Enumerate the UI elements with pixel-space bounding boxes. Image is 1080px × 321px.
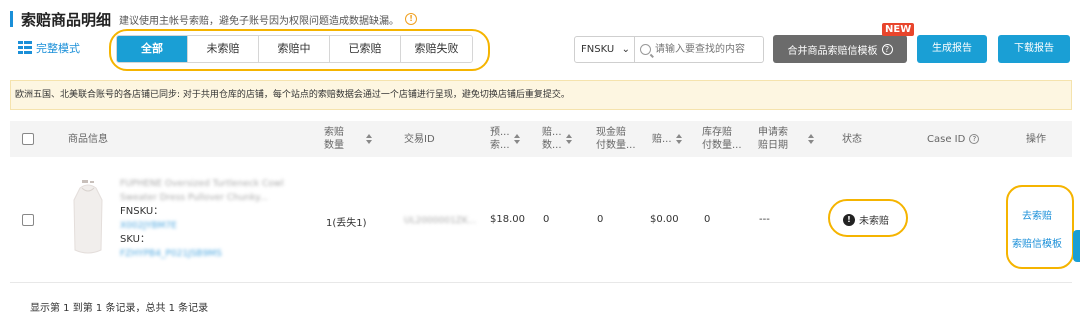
claim-count: 0 [543,214,550,225]
page-title: 索赔商品明细 [21,10,112,29]
title-accent-bar [10,11,13,27]
cash-qty: 0 [597,214,604,225]
search-field-value: FNSKU [581,44,615,55]
header-est[interactable]: 预... 索... [490,121,520,157]
claim-qty: 1(丢失1) [326,218,367,229]
fnsku-value[interactable]: X002JYBM7E [120,219,310,233]
row-checkbox[interactable] [22,214,34,226]
header-case-id: Case ID ? [927,121,980,157]
sort-icon [675,134,682,144]
header-cash-qty: 现金赔 付数量... [596,127,636,151]
transaction-id: UL2000001ZK... [404,216,477,226]
download-report-button[interactable]: 下载报告 [998,35,1070,63]
select-all-cell [22,121,34,157]
header-status: 状态 [842,133,862,145]
header-actions: 操作 [1026,133,1046,145]
sort-icon [366,134,372,144]
table-row: FUPHENE Oversized Turtleneck Cowl Sweate… [10,157,1074,283]
product-title[interactable]: FUPHENE Oversized Turtleneck Cowl [120,177,310,191]
pagination-summary: 显示第 1 到第 1 条记录，总共 1 条记录 [30,303,209,314]
sort-icon [808,134,814,144]
tab-all[interactable]: 全部 [117,36,188,62]
exclamation-icon: ! [843,213,855,226]
search-field-select[interactable]: FNSKU ⌄ [575,37,635,62]
header-claim-count[interactable]: 赔... 数... [542,121,572,157]
full-mode-label: 完整模式 [36,42,80,55]
search-input[interactable] [651,38,763,61]
sku-value[interactable]: FZHYPB4_P021JSB9MS [120,247,310,261]
generate-report-button[interactable]: 生成报告 [917,35,987,63]
apply-date: --- [759,214,770,225]
merge-template-label: 合并商品索赔信模板 [787,45,878,57]
header-product: 商品信息 [68,133,108,145]
full-mode-toggle[interactable]: 完整模式 [18,40,80,56]
tab-failed[interactable]: 索赔失败 [401,36,472,62]
go-claim-link[interactable]: 去索赔 [1022,207,1052,222]
est-amount: $18.00 [490,214,525,225]
tab-unclaimed[interactable]: 未索赔 [188,36,259,62]
header-amount[interactable]: 赔... [652,121,682,157]
tab-claiming[interactable]: 索赔中 [259,36,330,62]
status-badge: ! 未索赔 [843,212,889,227]
product-info: FUPHENE Oversized Turtleneck Cowl Sweate… [120,177,310,261]
help-icon[interactable]: ? [969,134,980,144]
select-all-checkbox[interactable] [22,133,34,145]
header-txn-id: 交易ID [404,133,435,145]
header-inv-qty: 库存赔 付数量... [702,127,742,151]
header-apply-date[interactable]: 申请索 赔日期 [758,121,814,157]
page-header: 索赔商品明细 建议使用主帐号索赔，避免子账号因为权限问题造成数据缺漏。 ! [10,9,418,29]
page-hint: 建议使用主帐号索赔，避免子账号因为权限问题造成数据缺漏。 [119,15,400,27]
new-badge: NEW [882,23,915,36]
list-mode-icon [18,41,32,55]
sku-label: SKU： [120,234,150,245]
search-icon [640,44,651,55]
header-claim-qty[interactable]: 索赔 数量 [324,121,372,157]
table-header: 商品信息 索赔 数量 交易ID 预... 索... 赔... 数... 现金赔 付数量.… [10,121,1072,157]
sort-icon [565,134,572,144]
amount: $0.00 [650,214,679,225]
inventory-qty: 0 [704,214,711,225]
status-tabs: 全部 未索赔 索赔中 已索赔 索赔失败 [116,35,473,63]
help-icon: ? [881,43,893,55]
sort-icon [513,134,520,144]
search-box: FNSKU ⌄ [574,36,764,63]
sync-notice: 欧洲五国、北美联合账号的各店铺已同步: 对于共用仓库的店铺，每个站点的索赔数据会… [10,80,1072,110]
chevron-down-icon: ⌄ [621,44,630,55]
warning-icon[interactable]: ! [405,13,418,25]
claim-template-link[interactable]: 索赔信模板 [1012,235,1062,250]
status-text: 未索赔 [859,216,889,227]
product-title-2: Sweater Dress Pullover Chunky... [120,193,268,203]
merge-template-button[interactable]: 合并商品索赔信模板 ? [773,35,907,63]
actions-highlight-outline [1006,185,1074,269]
side-scroll-handle[interactable] [1073,230,1080,262]
tab-claimed[interactable]: 已索赔 [330,36,401,62]
fnsku-label: FNSKU： [120,206,164,217]
product-thumbnail[interactable] [68,180,108,256]
